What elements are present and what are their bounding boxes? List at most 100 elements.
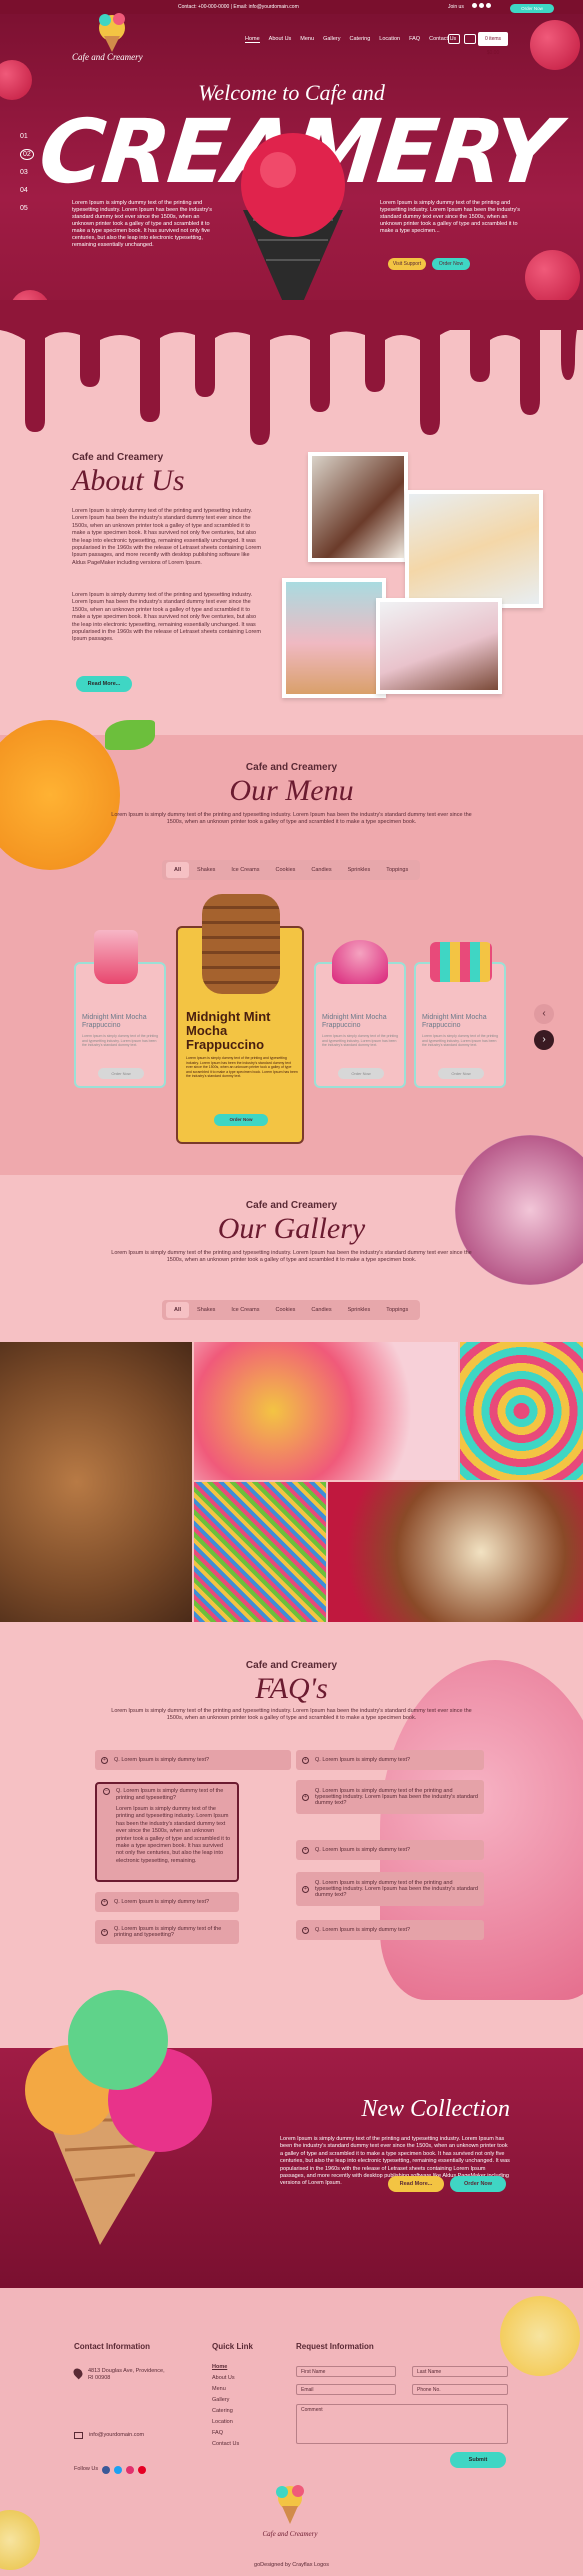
faq-question: Q. Lorem Ipsum is simply dummy text? [315,1757,411,1763]
gallery-icecream-bowl-photo[interactable] [328,1482,583,1622]
faq-item[interactable]: + Q. Lorem Ipsum is simply dummy text of … [95,1920,239,1944]
contact-info: Contact: +00-000-0000 | Email: info@your… [178,4,299,10]
tab-toppings[interactable]: Toppings [378,1302,416,1318]
gallery-cookies-photo[interactable] [0,1342,192,1622]
tab-all[interactable]: All [166,1302,190,1318]
tab-candies[interactable]: Candies [303,1302,339,1318]
footer-logo-icon [276,2485,304,2524]
faq-item[interactable]: + Q. Lorem Ipsum is simply dummy text? [296,1920,484,1940]
slide-3[interactable]: 03 [20,164,34,182]
collection-read-more-button[interactable]: Read More... [388,2176,444,2192]
instagram-icon[interactable] [126,2466,135,2474]
faq-item[interactable]: + Q. Lorem Ipsum is simply dummy text of … [296,1780,484,1814]
milkshake-image [94,930,138,984]
twitter-icon[interactable] [114,2466,123,2474]
slide-1[interactable]: 01 [20,128,34,146]
footer-link-gallery[interactable]: Gallery [212,2395,239,2406]
menu-card-order-button[interactable]: Order Now [214,1114,268,1126]
nav-catering[interactable]: Catering [349,36,370,43]
nav-home[interactable]: Home [245,36,260,43]
menu-card[interactable]: Midnight Mint Mocha Frappuccino Lorem Ip… [74,930,166,1088]
footer-link-home[interactable]: Home [212,2362,239,2373]
nav-faq[interactable]: FAQ [409,36,420,43]
faq-item-open[interactable]: − Q. Lorem Ipsum is simply dummy text of … [95,1782,239,1882]
footer-logo-text: Cafe and Creamery [262,2530,318,2538]
menu-prev-arrow[interactable]: ‹ [534,1004,554,1024]
nav-location[interactable]: Location [379,36,400,43]
tab-sprinkles[interactable]: Sprinkles [340,1302,379,1318]
menu-card[interactable]: Midnight Mint Mocha Frappuccino Lorem Ip… [314,940,406,1088]
request-info-title: Request Information [296,2342,374,2351]
menu-card[interactable]: Midnight Mint Mocha Frappuccino Lorem Ip… [414,942,506,1088]
search-icon[interactable] [448,34,460,44]
pinterest-icon[interactable] [138,2466,147,2474]
last-name-field[interactable]: Last Name [412,2366,508,2377]
menu-card-title: Midnight Mint Mocha Frappuccino [322,1014,387,1029]
footer-link-contact[interactable]: Contact Us [212,2439,239,2450]
top-order-button[interactable]: Order Now [510,4,554,13]
faq-item[interactable]: + Q. Lorem Ipsum is simply dummy text? [95,1892,239,1912]
footer-link-catering[interactable]: Catering [212,2406,239,2417]
faq-item[interactable]: + Q. Lorem Ipsum is simply dummy text of … [296,1872,484,1906]
phone-field[interactable]: Phone No. [412,2384,508,2395]
tab-cookies[interactable]: Cookies [268,862,304,878]
tab-sprinkles[interactable]: Sprinkles [340,862,379,878]
tab-ice-creams[interactable]: Ice Creams [223,862,267,878]
hero-ice-cream-image [241,133,345,325]
comment-field[interactable]: Comment [296,2404,508,2444]
collection-order-button[interactable]: Order Now [450,2176,506,2192]
menu-card-featured[interactable]: Midnight Mint Mocha Frappuccino Lorem Ip… [176,894,304,1144]
menu-next-arrow[interactable]: › [534,1030,554,1050]
slide-4[interactable]: 04 [20,182,34,200]
footer-link-faq[interactable]: FAQ [212,2428,239,2439]
faq-item[interactable]: + Q. Lorem Ipsum is simply dummy text? [296,1840,484,1860]
gallery-candy-photo[interactable] [460,1342,583,1480]
tab-shakes[interactable]: Shakes [189,1302,223,1318]
raspberry-icon [525,250,580,305]
nav-menu[interactable]: Menu [300,36,314,43]
menu-card-order-button[interactable]: Order Now [338,1068,384,1079]
collection-title: New Collection [361,2096,510,2122]
nav-about[interactable]: About Us [269,36,292,43]
quick-links: Home About Us Menu Gallery Catering Loca… [212,2362,239,2450]
hero-order-button[interactable]: Order Now [432,258,470,270]
first-name-field[interactable]: First Name [296,2366,396,2377]
twitter-icon[interactable] [479,3,484,8]
facebook-icon[interactable] [102,2466,111,2474]
nav-gallery[interactable]: Gallery [323,36,340,43]
tab-candies[interactable]: Candies [303,862,339,878]
footer-link-location[interactable]: Location [212,2417,239,2428]
menu-card-order-button[interactable]: Order Now [98,1068,144,1079]
tab-cookies[interactable]: Cookies [268,1302,304,1318]
tab-ice-creams[interactable]: Ice Creams [223,1302,267,1318]
hero-paragraph-left: Lorem Ipsum is simply dummy text of the … [72,200,213,248]
instagram-icon[interactable] [486,3,491,8]
footer-link-menu[interactable]: Menu [212,2384,239,2395]
facebook-icon[interactable] [472,3,477,8]
footer-credit: goDesigned by Crayflax Logos [254,2562,329,2568]
gallery-icecream-scoops-photo[interactable] [194,1342,458,1480]
tab-all[interactable]: All [166,862,190,878]
gallery-sprinkles-photo[interactable] [194,1482,326,1622]
tab-shakes[interactable]: Shakes [189,862,223,878]
email-field[interactable]: Email [296,2384,396,2395]
footer-address: 4813 Douglas Ave, Providence, RI 00908 [71,2366,168,2383]
tab-toppings[interactable]: Toppings [378,862,416,878]
cart-button[interactable]: 0 items $0.00 [478,32,508,56]
visit-support-button[interactable]: Visit Support [388,258,426,270]
submit-button[interactable]: Submit [450,2452,506,2468]
email-text[interactable]: info@yourdomain.com [89,2432,144,2439]
faq-item[interactable]: + Q. Lorem Ipsum is simply dummy text? [95,1750,291,1770]
about-title: About Us [72,464,185,497]
user-icon[interactable] [464,34,476,44]
slide-5[interactable]: 05 [20,200,34,218]
about-read-more-button[interactable]: Read More... [76,676,132,692]
sundae-image [332,940,388,984]
faq-item[interactable]: + Q. Lorem Ipsum is simply dummy text? [296,1750,484,1770]
menu-card-title: Midnight Mint Mocha Frappuccino [82,1014,147,1029]
slide-2[interactable]: 02 [20,149,34,160]
menu-card-order-button[interactable]: Order Now [438,1068,484,1079]
menu-card-description: Lorem Ipsum is simply dummy text of the … [82,1034,159,1047]
follow-us-label: Follow Us [74,2466,99,2473]
footer-link-about[interactable]: About Us [212,2373,239,2384]
